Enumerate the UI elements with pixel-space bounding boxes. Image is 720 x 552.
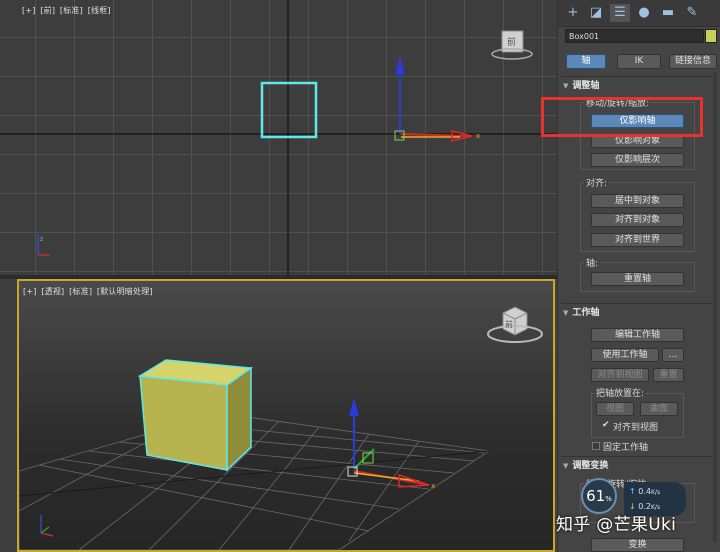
watermark: 知乎 @芒果Uki	[556, 515, 677, 535]
hierarchy-tab-icon[interactable]: ☰	[610, 4, 630, 22]
transform-button[interactable]: 变换	[591, 538, 684, 552]
highlight-box	[541, 97, 703, 137]
front-viewport[interactable]: [+] [前] [标准] [线框] x z 前	[0, 0, 557, 275]
fixed-working-pivot-checkbox[interactable]	[592, 442, 600, 450]
speed-unit: %	[605, 495, 612, 503]
place-on-view-button[interactable]: 视图	[596, 402, 634, 416]
reset-pivot-button[interactable]: 重置轴	[591, 272, 684, 286]
panel-scrollbar[interactable]	[713, 72, 717, 542]
object-color-swatch[interactable]	[705, 29, 717, 43]
center-to-object-button[interactable]: 居中到对象	[591, 194, 684, 208]
front-viewport-scene: x z	[0, 0, 557, 275]
align-to-view-checkbox-label: 对齐到视图	[613, 423, 659, 433]
affect-hierarchy-only-button[interactable]: 仅影响层次	[591, 153, 684, 167]
create-tab-icon[interactable]: +	[563, 4, 583, 22]
divider	[561, 76, 717, 77]
viewcube-icon-persp	[487, 306, 543, 343]
group-label: 轴:	[584, 256, 601, 269]
use-working-pivot-button[interactable]: 使用工作轴	[591, 348, 659, 362]
svg-text:x: x	[431, 482, 435, 490]
align-to-object-button[interactable]: 对齐到对象	[591, 213, 684, 227]
command-panel-tabs: + ◪ ☰ ● ▬ ✎	[558, 0, 720, 27]
group-label: 把轴放置在:	[594, 386, 647, 399]
pivot-tab-button[interactable]: 轴	[566, 54, 606, 69]
working-pivot-rollout[interactable]: ▼ 工作轴	[563, 306, 718, 320]
viewport-splitter[interactable]	[0, 275, 557, 279]
collapse-arrow-icon: ▼	[563, 82, 569, 90]
collapse-arrow-icon: ▼	[563, 309, 569, 317]
rollout-title: 调整变换	[572, 461, 609, 471]
adjust-transform-rollout[interactable]: ▼ 调整变换	[563, 459, 718, 473]
world-axis-icon-persp	[40, 515, 54, 537]
speed-value: 61	[586, 487, 606, 505]
divider	[561, 303, 717, 304]
svg-text:z: z	[40, 236, 43, 243]
viewcube-face-label[interactable]: 前	[505, 319, 513, 330]
rollout-title: 工作轴	[572, 308, 600, 318]
fixed-working-pivot-label: 固定工作轴	[603, 443, 649, 453]
group-label: 对齐:	[584, 176, 610, 189]
motion-tab-icon[interactable]: ●	[634, 4, 654, 22]
edit-working-pivot-button[interactable]: 编辑工作轴	[591, 328, 684, 342]
upload-rate: 0.4	[638, 487, 651, 496]
ik-tab-button[interactable]: IK	[617, 54, 661, 69]
align-to-world-button[interactable]: 对齐到世界	[591, 233, 684, 247]
world-axis-icon-front: z	[37, 234, 50, 256]
reset-working-pivot-button[interactable]: 重置	[653, 368, 684, 382]
perspective-viewport[interactable]: [+] [透视] [标准] [默认明暗处理] x 前	[17, 279, 555, 552]
speed-gauge: 61%	[581, 478, 617, 514]
utilities-tab-icon[interactable]: ✎	[682, 4, 702, 22]
svg-text:x: x	[476, 132, 480, 140]
modify-tab-icon[interactable]: ◪	[586, 4, 606, 22]
rollout-title: 调整轴	[572, 81, 600, 91]
command-panel: + ◪ ☰ ● ▬ ✎ Box001 轴 IK 链接信息 ▼ 调整轴 移动/旋转/…	[557, 0, 720, 552]
align-to-view-button[interactable]: 对齐到视图	[591, 368, 649, 382]
display-tab-icon[interactable]: ▬	[658, 4, 678, 22]
upload-unit: K/s	[650, 489, 661, 496]
pivot-gizmo-front: x	[394, 56, 480, 142]
box-object-3d	[137, 359, 254, 472]
link-info-tab-button[interactable]: 链接信息	[669, 54, 717, 69]
collapse-arrow-icon: ▼	[563, 462, 569, 470]
object-name-field[interactable]: Box001	[565, 29, 704, 43]
align-to-view-checkbox[interactable]: ✔	[602, 420, 610, 430]
perspective-viewport-scene: x	[19, 306, 543, 550]
working-pivot-options-button[interactable]: ...	[662, 348, 684, 362]
upload-arrow-icon: ↑	[629, 487, 636, 496]
viewport-left-strip	[0, 279, 17, 552]
viewcube-face-label[interactable]: 前	[507, 35, 516, 48]
box-wireframe-front	[260, 81, 318, 139]
adjust-pivot-rollout[interactable]: ▼ 调整轴	[563, 79, 718, 93]
place-on-surface-button[interactable]: 曲面	[640, 402, 678, 416]
divider	[561, 456, 717, 457]
